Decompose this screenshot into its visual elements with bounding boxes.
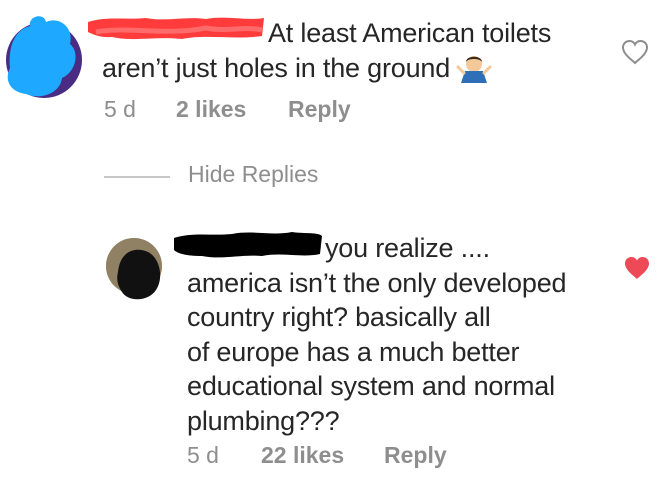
reply-text-line-1: you realize .... <box>325 233 490 263</box>
reply-likes-count[interactable]: 22 likes <box>261 442 384 469</box>
comment-likes-count[interactable]: 2 likes <box>176 96 288 123</box>
comment-text-line-1: At least American toilets <box>268 18 552 48</box>
reply-text-line-4: of europe has a much better <box>187 336 520 367</box>
comment-timestamp: 5 d <box>104 95 136 122</box>
heart-outline-icon[interactable] <box>620 38 650 66</box>
reply-text-line-6: plumbing??? <box>187 405 340 436</box>
hide-replies-button[interactable]: Hide Replies <box>188 161 318 188</box>
commenter-avatar[interactable] <box>0 8 88 104</box>
comment-text-line-2: aren’t just holes in the ground <box>102 53 451 83</box>
reply-text-line-5: educational system and normal <box>187 371 555 401</box>
reply-text-line-2: america isn’t the only developed <box>187 267 567 298</box>
reply-text: you realize .... america isn’t the only … <box>187 231 647 438</box>
comment-text: At least American toilets aren’t just ho… <box>102 16 622 86</box>
reply-timestamp: 5 d <box>187 441 219 468</box>
replies-divider <box>104 176 170 178</box>
reply-reply-button[interactable]: Reply <box>384 442 447 469</box>
heart-filled-icon[interactable] <box>622 254 652 282</box>
reply-meta: 5 d 22 likes Reply <box>187 440 447 470</box>
reply-text-line-3: country right? basically all <box>187 302 491 332</box>
reply-avatar[interactable] <box>104 228 170 304</box>
comment-reply-button[interactable]: Reply <box>288 96 351 123</box>
man-shrugging-emoji-icon <box>456 53 492 83</box>
comment-meta: 5 d 2 likes Reply <box>104 94 351 124</box>
